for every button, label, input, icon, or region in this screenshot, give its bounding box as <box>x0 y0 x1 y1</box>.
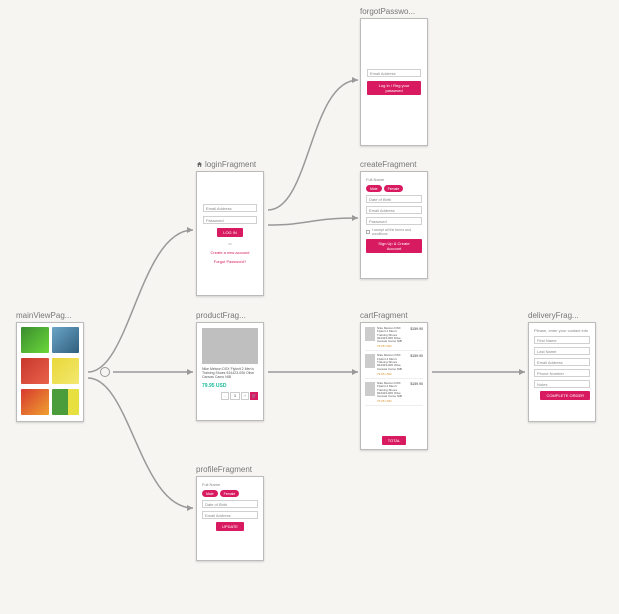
login-screen: Email Address Password LOG IN or Create … <box>196 171 264 296</box>
node-label-product: productFrag... <box>196 311 264 320</box>
forgot-screen: Email Address Log In / Reg your password <box>360 18 428 146</box>
node-label-create: createFragment <box>360 160 428 169</box>
product-screen: Nike Metcon DSX Flyknit 2 Men's Training… <box>196 322 264 421</box>
delivery-screen: Please, enter your contact info First Na… <box>528 322 596 422</box>
product-image <box>202 328 258 364</box>
create-account-link[interactable]: Create a new account <box>203 250 257 255</box>
cart-item[interactable]: Nike Metcon DSX Flyknit 2 Men's Training… <box>365 327 423 351</box>
node-cart: cartFragment Nike Metcon DSX Flyknit 2 M… <box>360 311 428 450</box>
node-label-cart: cartFragment <box>360 311 428 320</box>
image-thumb[interactable] <box>21 327 49 353</box>
node-login: loginFragment Email Address Password LOG… <box>196 160 264 296</box>
node-forgot: forgotPasswo... Email Address Log In / R… <box>360 7 428 146</box>
last-name-field[interactable]: Last Name <box>534 347 590 355</box>
forgot-password-link[interactable]: Forgot Password? <box>203 259 257 264</box>
dob-field[interactable]: Date of Birth <box>202 500 258 508</box>
add-to-cart-button[interactable]: 🛒 <box>250 392 258 400</box>
dob-field[interactable]: Date of Birth <box>366 195 422 203</box>
create-screen: Full Name Male Female Date of Birth Emai… <box>360 171 428 279</box>
login-button[interactable]: LOG IN <box>217 228 243 237</box>
first-name-field[interactable]: First Name <box>534 336 590 344</box>
image-thumb[interactable] <box>52 389 80 415</box>
delivery-heading: Please, enter your contact info <box>534 328 590 333</box>
image-thumb[interactable] <box>21 358 49 384</box>
complete-order-button[interactable]: COMPLETE ORDER <box>540 391 590 400</box>
checkbox-icon[interactable] <box>366 230 370 234</box>
cart-thumb <box>365 382 375 396</box>
node-label-delivery: deliveryFrag... <box>528 311 596 320</box>
notes-field[interactable]: Notes <box>534 380 590 388</box>
home-icon <box>196 161 203 168</box>
node-product: productFrag... Nike Metcon DSX Flyknit 2… <box>196 311 264 421</box>
main-screen <box>16 322 84 422</box>
start-indicator <box>100 367 110 377</box>
email-field[interactable]: Email Address <box>367 69 421 77</box>
cart-thumb <box>365 327 375 341</box>
terms-row[interactable]: I accept all the terms and conditions <box>366 228 422 236</box>
profile-screen: Full Name Male Female Date of Birth Emai… <box>196 476 264 561</box>
node-main: mainViewPag... <box>16 311 84 422</box>
email-field[interactable]: Email Address <box>202 511 258 519</box>
node-delivery: deliveryFrag... Please, enter your conta… <box>528 311 596 422</box>
or-divider: or <box>203 241 257 246</box>
email-field[interactable]: Email Address <box>366 206 422 214</box>
flow-arrows <box>0 0 619 614</box>
cart-screen: Nike Metcon DSX Flyknit 2 Men's Training… <box>360 322 428 450</box>
password-field[interactable]: Password <box>366 217 422 225</box>
male-button[interactable]: Male <box>366 185 382 192</box>
password-field[interactable]: Password <box>203 216 257 224</box>
update-button[interactable]: UPDATE <box>216 522 244 531</box>
node-label-profile: profileFragment <box>196 465 264 474</box>
product-title: Nike Metcon DSX Flyknit 2 Men's Training… <box>202 367 258 380</box>
qty-value: 1 <box>230 392 240 400</box>
reset-button[interactable]: Log In / Reg your password <box>367 81 421 95</box>
male-button[interactable]: Male <box>202 490 218 497</box>
product-price: 79.95 USD <box>202 383 258 389</box>
phone-field[interactable]: Phone Number <box>534 369 590 377</box>
quantity-row: - 1 + 🛒 <box>202 392 258 400</box>
fullname-label: Full Name <box>366 177 422 182</box>
qty-minus-button[interactable]: - <box>221 392 229 400</box>
image-thumb[interactable] <box>21 389 49 415</box>
image-thumb[interactable] <box>52 358 80 384</box>
node-label-login: loginFragment <box>196 160 264 169</box>
node-create: createFragment Full Name Male Female Dat… <box>360 160 428 279</box>
node-profile: profileFragment Full Name Male Female Da… <box>196 465 264 561</box>
female-button[interactable]: Female <box>220 490 240 497</box>
cart-item[interactable]: Nike Metcon DSX Flyknit 2 Men's Training… <box>365 382 423 406</box>
node-label-main: mainViewPag... <box>16 311 84 320</box>
email-field[interactable]: Email Address <box>534 358 590 366</box>
cart-thumb <box>365 354 375 368</box>
total-button[interactable]: TOTAL <box>382 436 407 445</box>
fullname-label: Full Name <box>202 482 258 487</box>
cart-item[interactable]: Nike Metcon DSX Flyknit 2 Men's Training… <box>365 354 423 378</box>
image-thumb[interactable] <box>52 327 80 353</box>
signup-button[interactable]: Sign Up & Create Account <box>366 239 422 253</box>
qty-plus-button[interactable]: + <box>241 392 249 400</box>
node-label-forgot: forgotPasswo... <box>360 7 428 16</box>
female-button[interactable]: Female <box>384 185 404 192</box>
email-field[interactable]: Email Address <box>203 204 257 212</box>
